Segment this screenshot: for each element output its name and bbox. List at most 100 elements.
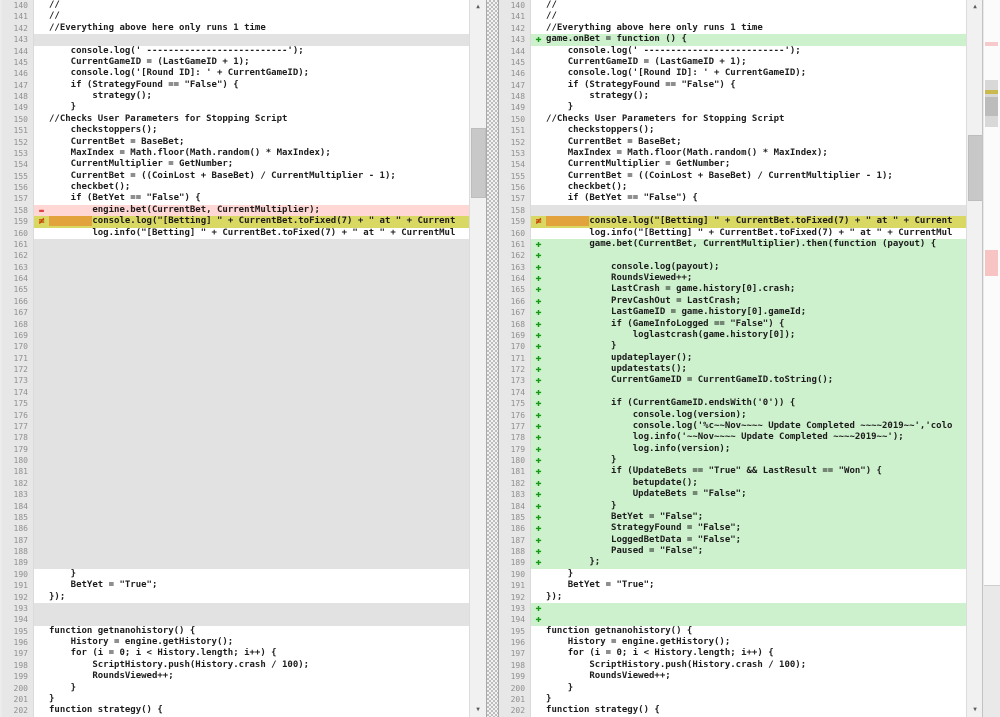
code-line[interactable] [49, 546, 470, 557]
code-row[interactable]: 188 [2, 546, 470, 557]
code-line[interactable]: ScriptHistory.push(History.crash / 100); [49, 660, 470, 671]
left-vertical-scrollbar[interactable]: ▲ ▼ [469, 0, 486, 717]
code-row[interactable]: 153 MaxIndex = Math.floor(Math.random() … [2, 148, 470, 159]
code-line[interactable]: //Checks User Parameters for Stopping Sc… [546, 114, 966, 125]
code-row[interactable]: 200 } [2, 683, 470, 694]
code-row[interactable]: 171✚ updateplayer(); [499, 353, 966, 364]
code-line[interactable] [49, 398, 470, 409]
code-line[interactable]: Paused = "False"; [546, 546, 966, 557]
nav-mark-visible-region[interactable] [985, 97, 998, 116]
code-row[interactable]: 173✚ CurrentGameID = CurrentGameID.toStr… [499, 375, 966, 386]
code-row[interactable]: 174✚ [499, 387, 966, 398]
code-row[interactable]: 148 strategy(); [499, 91, 966, 102]
code-line[interactable]: checkstoppers(); [49, 125, 470, 136]
code-line[interactable]: History = engine.getHistory(); [546, 637, 966, 648]
code-line[interactable] [546, 205, 966, 216]
code-row[interactable]: 177 [2, 421, 470, 432]
code-row[interactable]: 193✚ [499, 603, 966, 614]
code-row[interactable]: 179 [2, 444, 470, 455]
code-row[interactable]: 198 ScriptHistory.push(History.crash / 1… [2, 660, 470, 671]
code-row[interactable]: 153 MaxIndex = Math.floor(Math.random() … [499, 148, 966, 159]
code-row[interactable]: 188✚ Paused = "False"; [499, 546, 966, 557]
code-row[interactable]: 181 [2, 466, 470, 477]
code-row[interactable]: 164 [2, 273, 470, 284]
code-row[interactable]: 167✚ LastGameID = game.history[0].gameId… [499, 307, 966, 318]
code-line[interactable]: if (BetYet == "False") { [49, 193, 470, 204]
code-line[interactable]: StrategyFound = "False"; [546, 523, 966, 534]
code-line[interactable] [49, 262, 470, 273]
code-line[interactable] [49, 455, 470, 466]
code-row[interactable]: 196 History = engine.getHistory(); [499, 637, 966, 648]
code-line[interactable]: UpdateBets = "False"; [546, 489, 966, 500]
code-line[interactable]: } [546, 341, 966, 352]
code-row[interactable]: 152 CurrentBet = BaseBet; [499, 137, 966, 148]
code-line[interactable]: MaxIndex = Math.floor(Math.random() * Ma… [49, 148, 470, 159]
code-line[interactable] [49, 307, 470, 318]
code-line[interactable] [49, 34, 470, 45]
code-line[interactable]: console.log(' --------------------------… [49, 46, 470, 57]
code-line[interactable]: }; [546, 557, 966, 568]
code-line[interactable]: MaxIndex = Math.floor(Math.random() * Ma… [546, 148, 966, 159]
code-row[interactable]: 175 [2, 398, 470, 409]
code-row[interactable]: 183✚ UpdateBets = "False"; [499, 489, 966, 500]
code-row[interactable]: 155 CurrentBet = ((CoinLost + BaseBet) /… [2, 171, 470, 182]
code-line[interactable]: //Checks User Parameters for Stopping Sc… [49, 114, 470, 125]
code-row[interactable]: 165 [2, 284, 470, 295]
code-line[interactable]: if (StrategyFound == "False") { [49, 80, 470, 91]
code-line[interactable] [49, 284, 470, 295]
code-line[interactable]: function strategy() { [546, 705, 966, 716]
code-row[interactable]: 143✚game.onBet = function () { [499, 34, 966, 45]
code-line[interactable]: console.log('%c~~Nov~~~~ Update Complete… [546, 421, 966, 432]
code-line[interactable]: strategy(); [546, 91, 966, 102]
code-row[interactable]: 140// [2, 0, 470, 11]
code-line[interactable]: } [546, 569, 966, 580]
code-line[interactable]: } [546, 501, 966, 512]
left-code-area[interactable]: 140//141//142//Everything above here onl… [2, 0, 470, 717]
code-line[interactable]: for (i = 0; i < History.length; i++) { [49, 648, 470, 659]
code-line[interactable]: log.info("[Betting] " + CurrentBet.toFix… [546, 228, 966, 239]
code-line[interactable] [49, 330, 470, 341]
code-row[interactable]: 162✚ [499, 250, 966, 261]
code-line[interactable]: CurrentBet = BaseBet; [546, 137, 966, 148]
code-row[interactable]: 161✚ game.bet(CurrentBet, CurrentMultipl… [499, 239, 966, 250]
code-row[interactable]: 175✚ if (CurrentGameID.endsWith('0')) { [499, 398, 966, 409]
right-scrollbar-thumb[interactable] [968, 135, 983, 201]
code-row[interactable]: 202function strategy() { [2, 705, 470, 716]
code-line[interactable]: } [546, 102, 966, 113]
code-row[interactable]: 197 for (i = 0; i < History.length; i++)… [2, 648, 470, 659]
code-row[interactable]: 156 checkbet(); [499, 182, 966, 193]
code-row[interactable]: 170✚ } [499, 341, 966, 352]
code-row[interactable]: 184 [2, 501, 470, 512]
code-line[interactable]: updatestats(); [546, 364, 966, 375]
code-line[interactable]: RoundsViewed++; [546, 273, 966, 284]
code-line[interactable]: RoundsViewed++; [546, 671, 966, 682]
code-line[interactable]: //Everything above here only runs 1 time [49, 23, 470, 34]
code-row[interactable]: 187 [2, 535, 470, 546]
code-row[interactable]: 156 checkbet(); [2, 182, 470, 193]
code-row[interactable]: 143 [2, 34, 470, 45]
code-row[interactable]: 142//Everything above here only runs 1 t… [499, 23, 966, 34]
code-row[interactable]: 162 [2, 250, 470, 261]
code-row[interactable]: 144 console.log(' ----------------------… [499, 46, 966, 57]
code-line[interactable] [49, 614, 470, 625]
code-line[interactable]: function getnanohistory() { [546, 626, 966, 637]
code-row[interactable]: 195function getnanohistory() { [499, 626, 966, 637]
code-row[interactable]: 177✚ console.log('%c~~Nov~~~~ Update Com… [499, 421, 966, 432]
code-line[interactable] [49, 489, 470, 500]
code-line[interactable] [49, 353, 470, 364]
code-row[interactable]: 159≠ console.log("[Betting] " + CurrentB… [2, 216, 470, 227]
code-row[interactable]: 176✚ console.log(version); [499, 410, 966, 421]
code-line[interactable]: // [49, 11, 470, 22]
code-row[interactable]: 191 BetYet = "True"; [499, 580, 966, 591]
code-line[interactable] [49, 523, 470, 534]
code-row[interactable]: 186✚ StrategyFound = "False"; [499, 523, 966, 534]
code-row[interactable]: 164✚ RoundsViewed++; [499, 273, 966, 284]
code-row[interactable]: 174 [2, 387, 470, 398]
code-line[interactable]: if (CurrentGameID.endsWith('0')) { [546, 398, 966, 409]
code-line[interactable]: BetYet = "True"; [49, 580, 470, 591]
code-line[interactable] [49, 410, 470, 421]
code-row[interactable]: 195function getnanohistory() { [2, 626, 470, 637]
code-line[interactable]: BetYet = "False"; [546, 512, 966, 523]
code-line[interactable]: CurrentGameID = (LastGameID + 1); [546, 57, 966, 68]
code-line[interactable]: } [49, 683, 470, 694]
